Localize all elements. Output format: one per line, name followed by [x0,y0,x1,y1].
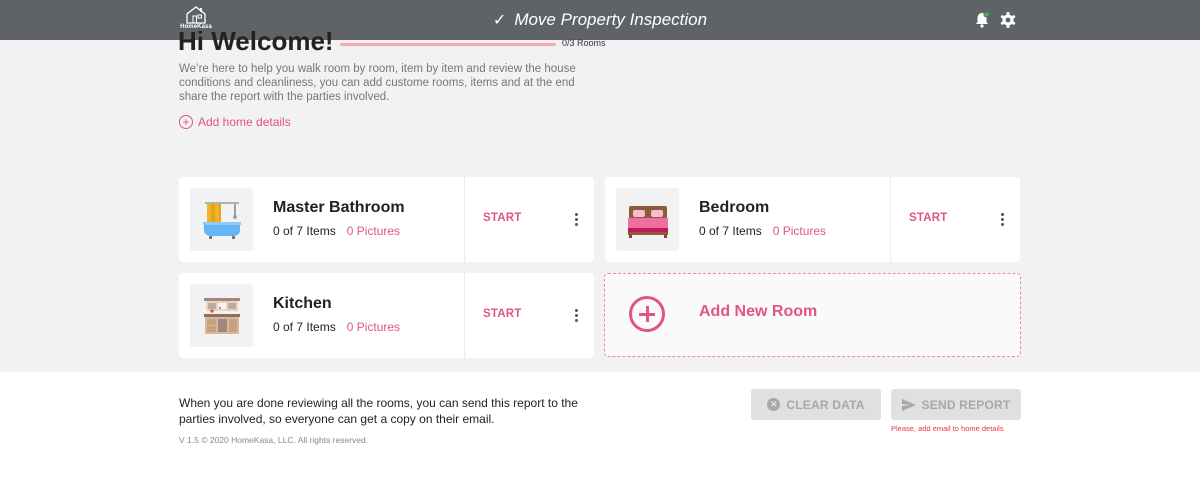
more-options-icon[interactable] [995,211,1009,227]
add-home-details-link[interactable]: + Add home details [179,115,291,129]
bell-icon[interactable] [973,11,991,29]
page-title-text: Move Property Inspection [514,10,708,29]
card-divider [464,273,465,358]
card-divider [464,177,465,262]
room-name: Bedroom [699,199,770,216]
room-items-count: 0 of 7 Items [699,224,762,238]
close-circle-icon: ✕ [767,398,781,411]
send-report-button[interactable]: SEND REPORT [891,389,1021,420]
start-button[interactable]: START [483,212,521,224]
gear-icon[interactable] [998,10,1018,30]
add-circle-icon [629,296,665,332]
kitchen-icon [190,284,253,347]
room-card-bedroom: Bedroom 0 of 7 Items 0 Pictures START [605,177,1020,262]
room-name: Master Bathroom [273,199,405,216]
room-pictures-link[interactable]: 0 Pictures [347,224,400,238]
welcome-heading: Hi Welcome! [178,26,334,56]
more-options-icon[interactable] [569,307,583,323]
room-card-master-bathroom: Master Bathroom 0 of 7 Items 0 Pictures … [179,177,594,262]
room-items-count: 0 of 7 Items [273,320,336,334]
rooms-progress-label: 0/3 Rooms [562,38,606,48]
room-items-count: 0 of 7 Items [273,224,336,238]
room-pictures-link[interactable]: 0 Pictures [773,224,826,238]
start-button[interactable]: START [909,212,947,224]
card-divider [890,177,891,262]
room-pictures-link[interactable]: 0 Pictures [347,320,400,334]
bathroom-icon [190,188,253,251]
intro-text: We’re here to help you walk room by room… [179,63,576,103]
copyright-text: V 1.5 © 2020 HomeKasa, LLC. All rights r… [179,435,369,445]
add-home-details-label: Add home details [198,115,291,129]
start-button[interactable]: START [483,308,521,320]
send-report-error: Please, add email to home details [891,424,1004,433]
room-name: Kitchen [273,295,332,312]
send-report-label: SEND REPORT [921,397,1011,412]
footer-message: When you are done reviewing all the room… [179,396,578,426]
add-new-room-label: Add New Room [699,303,818,320]
rooms-progress-bar [340,43,556,46]
add-circle-icon: + [179,115,193,129]
house-logo-icon [186,6,206,24]
room-card-kitchen: Kitchen 0 of 7 Items 0 Pictures START [179,273,594,358]
clear-data-label: CLEAR DATA [786,397,865,412]
more-options-icon[interactable] [569,211,583,227]
add-new-room-card[interactable]: Add New Room [604,273,1021,357]
clear-data-button[interactable]: ✕ CLEAR DATA [751,389,881,420]
check-icon: ✓ [492,12,507,29]
bed-icon [616,188,679,251]
page-title: ✓ Move Property Inspection [493,10,707,30]
send-icon [901,398,916,411]
